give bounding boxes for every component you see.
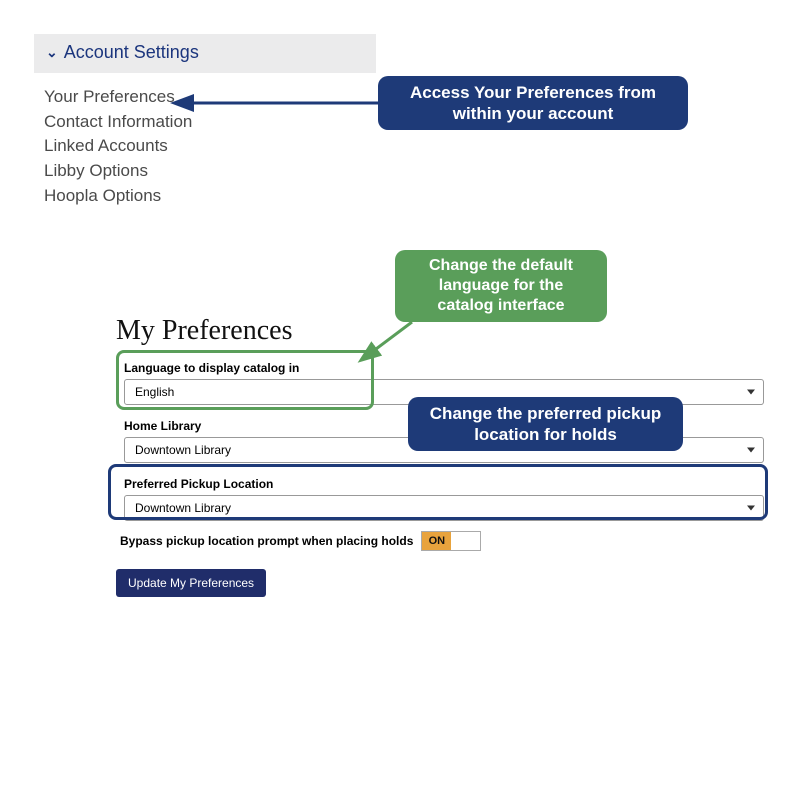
- sidebar-item-libby[interactable]: Libby Options: [44, 159, 366, 184]
- callout-change-pickup: Change the preferred pickup location for…: [408, 397, 683, 451]
- bypass-prompt-row: Bypass pickup location prompt when placi…: [120, 531, 766, 551]
- pickup-location-group: Preferred Pickup Location Downtown Libra…: [116, 473, 766, 521]
- language-value: English: [135, 385, 174, 399]
- callout-change-language: Change the default language for the cata…: [395, 250, 607, 322]
- pickup-location-value: Downtown Library: [135, 501, 231, 515]
- bypass-prompt-label: Bypass pickup location prompt when placi…: [120, 534, 413, 548]
- language-label: Language to display catalog in: [116, 357, 766, 379]
- page-title: My Preferences: [116, 315, 766, 347]
- account-settings-title: Account Settings: [64, 42, 199, 63]
- callout-text: Change the default language for the cata…: [409, 256, 593, 316]
- bypass-toggle[interactable]: ON: [421, 531, 481, 551]
- sidebar-item-preferences[interactable]: Your Preferences: [44, 85, 366, 110]
- pickup-location-select[interactable]: Downtown Library: [124, 495, 764, 521]
- sidebar-item-hoopla[interactable]: Hoopla Options: [44, 184, 366, 209]
- callout-access-preferences: Access Your Preferences from within your…: [378, 76, 688, 130]
- callout-text: Change the preferred pickup location for…: [422, 403, 669, 446]
- chevron-down-icon: ⌄: [46, 44, 58, 61]
- toggle-off: [451, 532, 480, 550]
- toggle-on: ON: [422, 532, 451, 550]
- callout-text: Access Your Preferences from within your…: [392, 82, 674, 125]
- sidebar-item-contact[interactable]: Contact Information: [44, 110, 366, 135]
- account-settings-panel: ⌄ Account Settings Your Preferences Cont…: [34, 34, 376, 208]
- account-settings-header[interactable]: ⌄ Account Settings: [34, 34, 376, 73]
- home-library-value: Downtown Library: [135, 443, 231, 457]
- sidebar-menu: Your Preferences Contact Information Lin…: [34, 73, 376, 208]
- my-preferences-form: My Preferences Language to display catal…: [116, 315, 766, 597]
- pickup-location-label: Preferred Pickup Location: [116, 473, 766, 495]
- sidebar-item-linked[interactable]: Linked Accounts: [44, 134, 366, 159]
- update-preferences-button[interactable]: Update My Preferences: [116, 569, 266, 597]
